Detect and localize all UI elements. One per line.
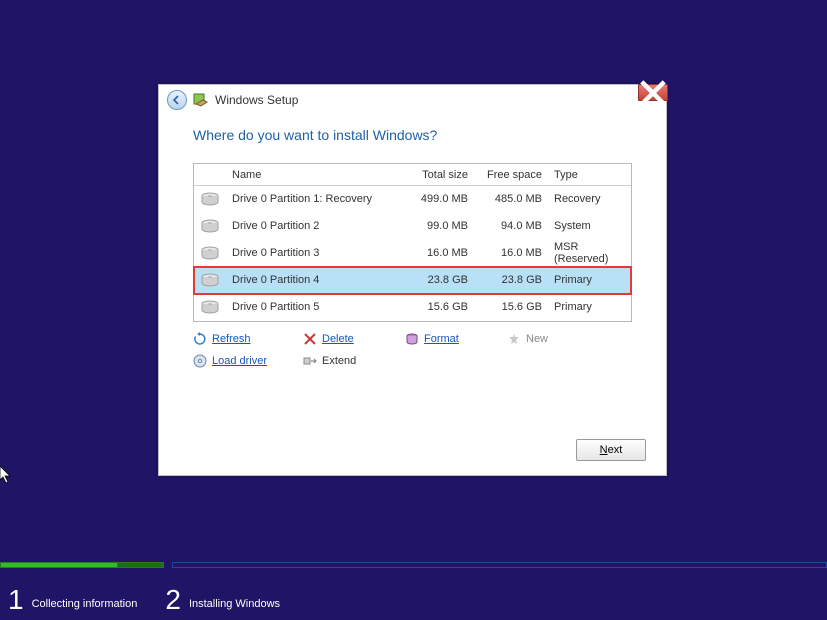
close-button[interactable] [638, 84, 668, 101]
format-icon [405, 332, 419, 346]
partition-type: Primary [548, 274, 631, 286]
refresh-button[interactable]: Refresh [193, 332, 303, 346]
partition-row[interactable]: Drive 0 Partition 515.6 GB15.6 GBPrimary [194, 294, 631, 321]
partition-total: 499.0 MB [404, 193, 474, 205]
partition-type: MSR (Reserved) [548, 241, 631, 265]
load-driver-button[interactable]: Load driver [193, 354, 303, 368]
cursor-icon [0, 466, 12, 484]
col-total[interactable]: Total size [404, 169, 474, 181]
partition-free: 485.0 MB [474, 193, 548, 205]
disk-icon [194, 300, 226, 314]
partition-row[interactable]: Drive 0 Partition 1: Recovery499.0 MB485… [194, 186, 631, 213]
extend-button[interactable]: Extend [303, 354, 405, 368]
disk-icon [194, 273, 226, 287]
partition-total: 16.0 MB [404, 247, 474, 259]
next-button[interactable]: Next [576, 439, 646, 461]
disk-icon [194, 219, 226, 233]
partition-type: System [548, 220, 631, 232]
step-1: 1 Collecting information [8, 586, 137, 614]
partition-row[interactable]: Drive 0 Partition 316.0 MB16.0 MBMSR (Re… [194, 240, 631, 267]
partition-type: Recovery [548, 193, 631, 205]
refresh-icon [193, 332, 207, 346]
delete-icon [303, 332, 317, 346]
partition-free: 23.8 GB [474, 274, 548, 286]
partition-type: Primary [548, 301, 631, 313]
new-button[interactable]: New [507, 332, 609, 346]
disk-icon [194, 246, 226, 260]
progress-bar [0, 562, 827, 568]
col-name[interactable]: Name [226, 169, 404, 181]
partition-row[interactable]: Drive 0 Partition 299.0 MB94.0 MBSystem [194, 213, 631, 240]
new-icon [507, 332, 521, 346]
format-button[interactable]: Format [405, 332, 507, 346]
setup-dialog: Windows Setup Where do you want to insta… [158, 84, 667, 476]
partition-name: Drive 0 Partition 4 [226, 274, 404, 286]
partition-table: Name Total size Free space Type Drive 0 … [193, 163, 632, 322]
table-header: Name Total size Free space Type [194, 164, 631, 186]
partition-total: 99.0 MB [404, 220, 474, 232]
partition-name: Drive 0 Partition 2 [226, 220, 404, 232]
install-steps: 1 Collecting information 2 Installing Wi… [0, 562, 827, 620]
back-button[interactable] [167, 90, 187, 110]
disk-icon [194, 192, 226, 206]
titlebar-title: Windows Setup [215, 93, 298, 107]
toolbar: Refresh Delete Format New Load driver Ex… [193, 332, 632, 368]
partition-name: Drive 0 Partition 1: Recovery [226, 193, 404, 205]
titlebar: Windows Setup [159, 85, 666, 115]
col-type[interactable]: Type [548, 169, 631, 181]
partition-name: Drive 0 Partition 5 [226, 301, 404, 313]
partition-row[interactable]: Drive 0 Partition 423.8 GB23.8 GBPrimary [194, 267, 631, 294]
step-2: 2 Installing Windows [165, 586, 280, 614]
partition-total: 15.6 GB [404, 301, 474, 313]
col-free[interactable]: Free space [474, 169, 548, 181]
partition-free: 94.0 MB [474, 220, 548, 232]
partition-free: 16.0 MB [474, 247, 548, 259]
partition-free: 15.6 GB [474, 301, 548, 313]
partition-total: 23.8 GB [404, 274, 474, 286]
app-icon [193, 92, 209, 108]
delete-button[interactable]: Delete [303, 332, 405, 346]
extend-icon [303, 354, 317, 368]
page-heading: Where do you want to install Windows? [193, 127, 632, 143]
partition-name: Drive 0 Partition 3 [226, 247, 404, 259]
cd-icon [193, 354, 207, 368]
